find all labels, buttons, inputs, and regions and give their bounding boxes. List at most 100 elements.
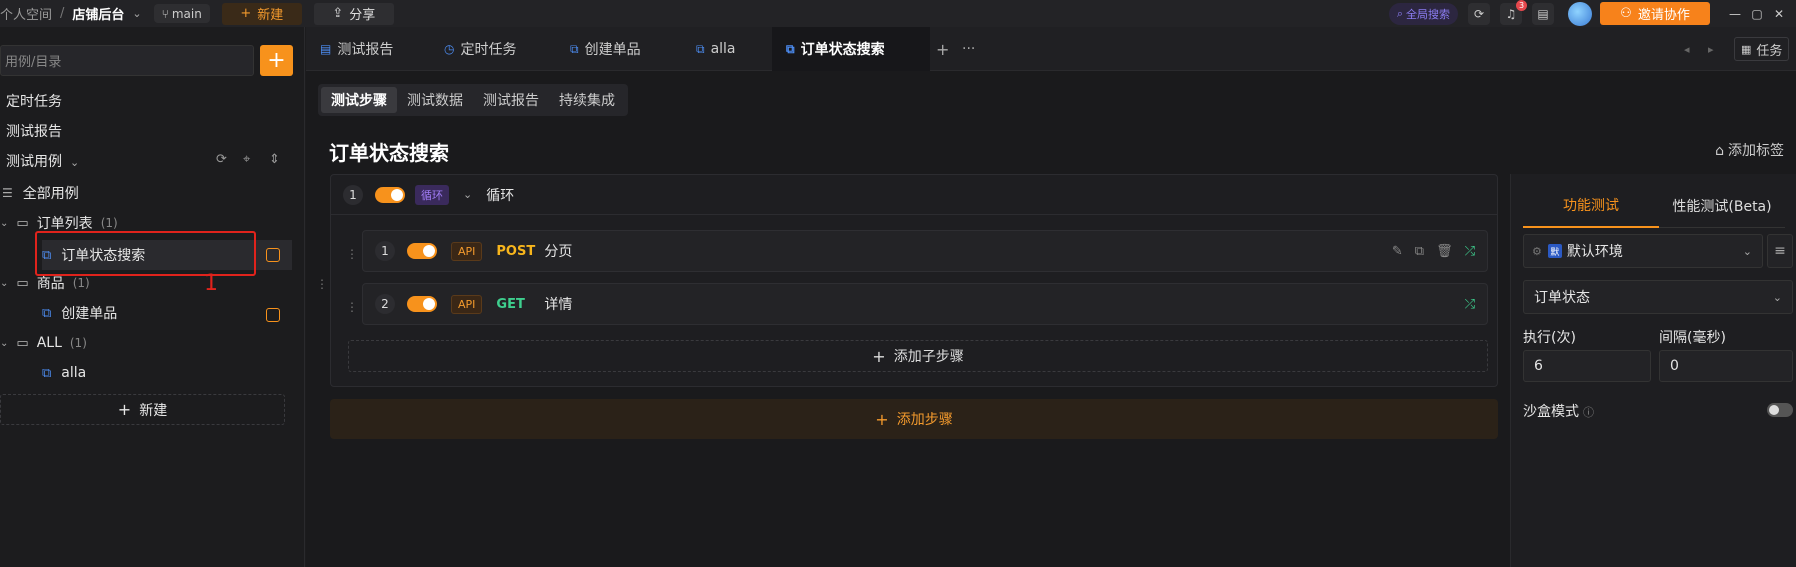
sidebar-search-input[interactable]: 用例/目录	[0, 45, 254, 76]
tree-case-alla[interactable]: ⧉ alla	[42, 360, 86, 386]
sandbox-mode-text: 沙盒模式	[1523, 404, 1579, 420]
loop-tag: 循环	[415, 184, 449, 205]
plus-icon: +	[117, 400, 132, 419]
more-tabs-icon[interactable]: ···	[962, 27, 975, 71]
step-enable-toggle[interactable]	[407, 296, 437, 312]
case-label: alla	[61, 365, 87, 381]
api-step-row[interactable]: 1 API POST 分页 ✎ ⧉ 🗑 ⤮	[362, 230, 1488, 272]
workspace-link[interactable]: 个人空间	[0, 4, 52, 23]
tab-performance-test[interactable]: 性能测试(Beta)	[1659, 184, 1785, 228]
help-icon[interactable]: ⓘ	[1583, 406, 1594, 419]
add-sub-step-label: 添加子步骤	[893, 349, 964, 365]
tab-order-status-search[interactable]: ⧉ 订单状态搜索	[772, 27, 930, 71]
environment-select[interactable]: ⚙ 默 默认环境 ⌄	[1523, 234, 1763, 268]
chevron-down-icon: ⌄	[1742, 244, 1752, 258]
delete-icon[interactable]: 🗑	[1436, 244, 1453, 259]
step-actions: ✎ ⧉ 🗑 ⤮	[1392, 231, 1475, 271]
plus-icon: +	[875, 409, 889, 429]
new-folder-button[interactable]: + 新建	[0, 394, 285, 425]
project-name[interactable]: 店铺后台	[72, 4, 124, 23]
sidebar-item-test-cases[interactable]: 测试用例 ⌄	[6, 151, 79, 171]
dataset-select[interactable]: 订单状态 ⌄	[1523, 280, 1793, 314]
plus-icon: +	[872, 346, 886, 366]
step-enable-toggle[interactable]	[407, 243, 437, 259]
edit-icon[interactable]: ✎	[1392, 244, 1403, 259]
case-status-icon[interactable]	[266, 248, 280, 262]
folder-label: 商品	[36, 276, 65, 292]
subtab-test-steps[interactable]: 测试步骤	[321, 87, 397, 113]
branch-selector[interactable]: ⑂ main	[153, 4, 210, 23]
minimize-icon[interactable]: —	[1724, 7, 1746, 21]
loop-step-header[interactable]: 1 循环 ⌄ 循环	[331, 175, 1497, 215]
env-settings-button[interactable]: ≡	[1767, 234, 1793, 268]
notification-badge: 3	[1516, 0, 1527, 11]
new-button[interactable]: + 新建	[221, 2, 302, 25]
chevron-down-icon[interactable]: ⌄	[132, 7, 141, 20]
maximize-icon[interactable]: ▢	[1746, 7, 1768, 21]
chevron-down-icon[interactable]: ⌄	[463, 188, 472, 201]
task-icon: ▦	[1741, 42, 1752, 56]
invite-button[interactable]: ⚇ 邀请协作	[1600, 2, 1710, 25]
tree-folder-all[interactable]: ⌄ ▭ ALL (1)	[0, 330, 87, 356]
sidebar-item-scheduled-tasks[interactable]: 定时任务	[6, 91, 62, 111]
scroll-left-icon[interactable]: ◂	[1684, 27, 1690, 71]
interval-label: 间隔(毫秒)	[1659, 330, 1726, 346]
tree-all-cases[interactable]: ☰ 全部用例	[2, 180, 79, 206]
tab-label: 订单状态搜索	[800, 42, 885, 58]
folder-label: 订单列表	[36, 216, 93, 232]
subtab-test-report[interactable]: 测试报告	[473, 87, 549, 113]
report-icon: ▤	[320, 42, 332, 56]
subtab-ci[interactable]: 持续集成	[549, 87, 625, 113]
task-button[interactable]: ▦ 任务	[1734, 37, 1790, 61]
shuffle-icon[interactable]: ⤮	[1465, 244, 1475, 259]
share-button-label: 分享	[349, 8, 376, 23]
case-label: 创建单品	[61, 306, 118, 322]
add-case-button[interactable]: +	[260, 45, 293, 76]
add-tab-icon[interactable]: +	[936, 27, 949, 71]
shuffle-icon[interactable]: ⤮	[1465, 297, 1475, 312]
loop-enable-toggle[interactable]	[375, 186, 405, 203]
caret-down-icon: ⌄	[0, 217, 9, 229]
notification-bell-icon[interactable]: ♫ 3	[1500, 0, 1527, 25]
stack-icon: ☰	[2, 186, 13, 200]
tab-alla[interactable]: ⧉ alla	[696, 27, 736, 71]
interval-input[interactable]: 0	[1659, 350, 1793, 382]
sync-icon[interactable]: ⟳	[1468, 2, 1490, 25]
http-method: GET	[496, 296, 525, 312]
exec-count-input[interactable]: 6	[1523, 350, 1651, 382]
tab-create-item[interactable]: ⧉ 创建单品	[570, 27, 641, 71]
env-badge-icon: 默	[1547, 244, 1562, 258]
tab-functional-test[interactable]: 功能测试	[1523, 184, 1659, 228]
copy-icon[interactable]: ⧉	[1415, 244, 1424, 259]
tab-test-report[interactable]: ▤ 测试报告	[320, 27, 393, 71]
test-cases-label: 测试用例	[6, 154, 62, 170]
add-tag-button[interactable]: ⌂ 添加标签	[1715, 140, 1784, 160]
add-step-button[interactable]: + 添加步骤	[330, 399, 1498, 439]
step-index: 2	[375, 294, 395, 314]
global-search-button[interactable]: ⌕ 全局搜索	[1388, 2, 1458, 25]
loop-step-block: 1 循环 ⌄ 循环 ⋮⋮ 1 API POST 分页 ✎ ⧉ 🗑 ⤮ ⋮⋮ 2 …	[330, 174, 1498, 387]
document-icon[interactable]: ▤	[1532, 2, 1554, 25]
sandbox-mode-toggle[interactable]	[1767, 403, 1793, 417]
loop-name: 循环	[486, 187, 515, 204]
sidebar-item-test-reports[interactable]: 测试报告	[6, 121, 62, 141]
subtab-test-data[interactable]: 测试数据	[397, 87, 473, 113]
api-step-row[interactable]: 2 API GET 详情 ⤮	[362, 283, 1488, 325]
case-icon: ⧉	[570, 41, 579, 56]
avatar[interactable]	[1568, 1, 1592, 26]
folder-icon: ▭	[16, 215, 29, 231]
case-status-icon[interactable]	[266, 308, 280, 322]
case-icon: ⧉	[786, 41, 795, 56]
scroll-right-icon[interactable]: ▸	[1708, 27, 1714, 71]
close-icon[interactable]: ✕	[1768, 7, 1790, 21]
tree-case-create-item[interactable]: ⧉ 创建单品	[42, 300, 117, 326]
new-folder-label: 新建	[139, 402, 168, 419]
gear-icon: ⚙	[1532, 244, 1542, 258]
share-button[interactable]: ⇪ 分享	[313, 2, 394, 25]
expand-collapse-icon[interactable]: ⇕	[269, 152, 280, 167]
refresh-icon[interactable]: ⟳	[216, 152, 227, 167]
add-sub-step-button[interactable]: + 添加子步骤	[348, 340, 1488, 372]
tab-scheduled-task[interactable]: ◷ 定时任务	[444, 27, 516, 71]
locate-icon[interactable]: ⌖	[243, 152, 250, 167]
branch-icon: ⑂	[161, 6, 169, 21]
